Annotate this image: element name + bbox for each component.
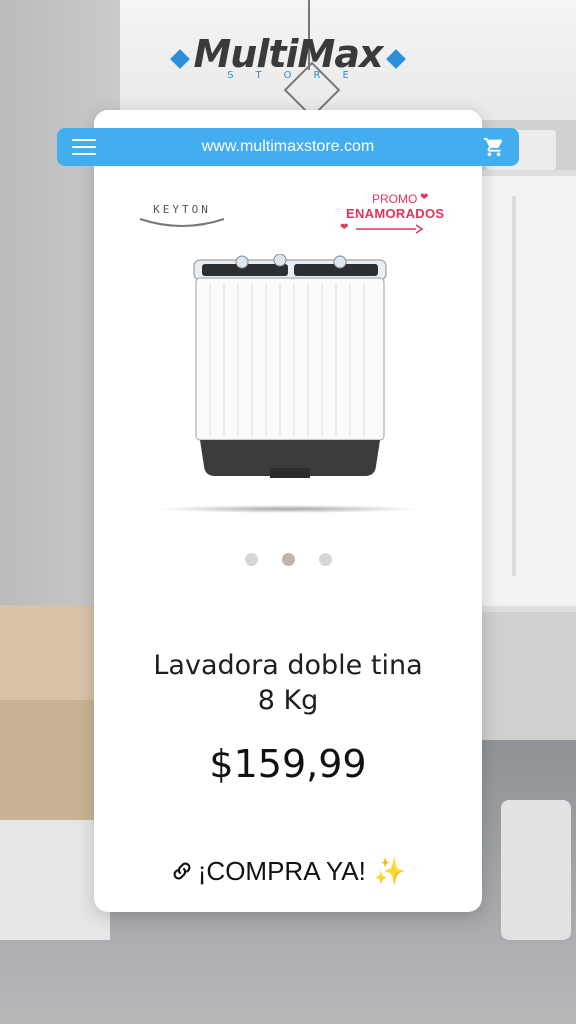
bg-chair <box>501 800 571 940</box>
carousel-dot-3[interactable] <box>318 553 332 566</box>
heart-icon: ❤ <box>420 192 429 203</box>
link-icon <box>173 862 191 880</box>
product-price: $159,99 <box>209 742 367 786</box>
brand-name: KEYTON <box>153 203 211 216</box>
buy-now-link[interactable]: ¡COMPRA YA! ✨ <box>94 856 482 887</box>
promo-main-text: ENAMORADOS <box>346 206 445 221</box>
brand-swoosh-icon <box>139 218 225 227</box>
brand-logo: KEYTON <box>138 203 226 229</box>
heart-icon: ❤ <box>340 222 349 233</box>
buy-now-label: ¡COMPRA YA! <box>197 856 366 886</box>
product-title: Lavadora doble tina 8 Kg <box>94 648 482 718</box>
sparkle-icon: ✨ <box>373 856 407 886</box>
product-title-line1: Lavadora doble tina <box>153 650 423 681</box>
store-logo: MultiMax STORE <box>0 34 576 81</box>
carousel-indicators <box>0 551 576 570</box>
cart-icon[interactable] <box>483 136 505 158</box>
bg-window <box>476 170 576 612</box>
url-text[interactable]: www.multimaxstore.com <box>57 128 519 166</box>
menu-icon[interactable] <box>72 139 96 155</box>
arrow-icon <box>356 224 424 234</box>
logo-diamond-icon <box>385 48 406 69</box>
carousel-dot-1[interactable] <box>244 553 258 566</box>
logo-wordmark: MultiMax <box>193 32 383 76</box>
carousel-dot-2[interactable] <box>281 553 295 566</box>
promo-badge: PROMO ❤ ❤ ENAMORADOS <box>340 192 450 238</box>
browser-url-bar: www.multimaxstore.com <box>57 128 519 166</box>
product-title-line2: 8 Kg <box>257 685 319 716</box>
product-shadow <box>156 505 420 513</box>
logo-diamond-icon <box>170 48 191 69</box>
washing-machine-image <box>193 254 387 478</box>
promo-top-text: PROMO <box>372 192 418 206</box>
